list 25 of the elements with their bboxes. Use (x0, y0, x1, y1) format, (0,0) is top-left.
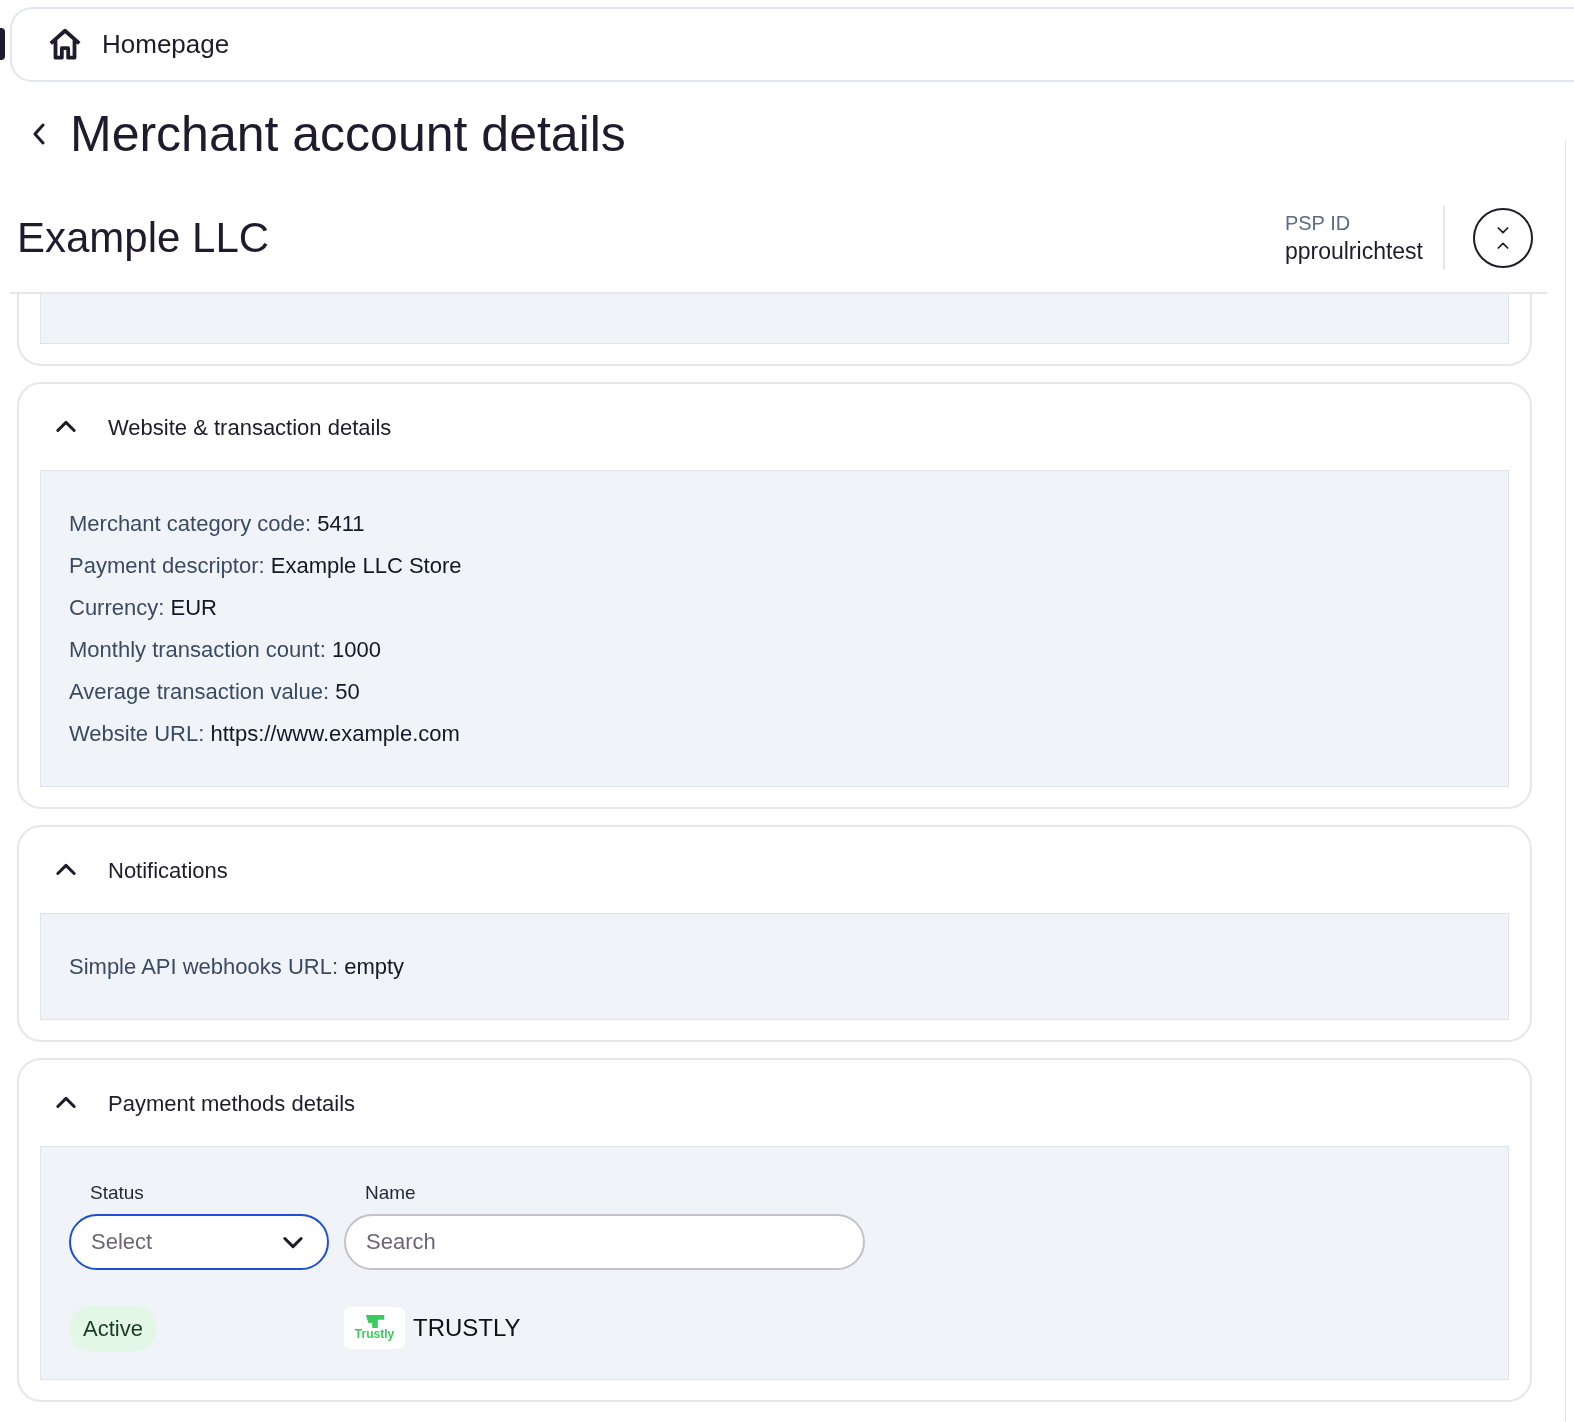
logo: Trustly (344, 1307, 405, 1349)
detail-line: Currency: EUR (69, 594, 218, 622)
homepage-link[interactable]: Homepage (102, 25, 230, 64)
detail-line: Website URL: https://www.example.com (69, 720, 461, 748)
status-select[interactable]: Select (69, 1213, 329, 1270)
detail-line: Monthly transaction count: 1000 (69, 636, 382, 664)
page-title: Merchant account details (70, 105, 626, 164)
field-label: Status (89, 1181, 145, 1205)
chevron-left-icon (33, 123, 45, 145)
detail-line: Payment descriptor: Example LLC Store (69, 552, 463, 580)
expand-collapse-button[interactable] (1473, 208, 1533, 268)
merchant-name: Example LLC (17, 213, 270, 263)
section-header[interactable]: Website & transaction details (40, 384, 392, 470)
detail-line: Average transaction value: 50 (69, 678, 361, 706)
t-mark-icon (364, 1315, 385, 1328)
section-header[interactable]: Notifications (40, 827, 228, 913)
payment-method-name: TRUSTLY (413, 1313, 521, 1343)
field-label: Name (364, 1181, 417, 1205)
status-badge: Active (69, 1305, 157, 1351)
search-field[interactable]: Search (344, 1213, 865, 1270)
psp-id-label: PSP ID (1284, 211, 1351, 236)
section-header[interactable]: Payment methods details (40, 1060, 356, 1146)
detail-line: Merchant category code: 5411 (69, 510, 366, 538)
psp-id-value: pproulrichtest (1284, 237, 1423, 266)
detail-line: Simple API webhooks URL: empty (69, 953, 406, 981)
